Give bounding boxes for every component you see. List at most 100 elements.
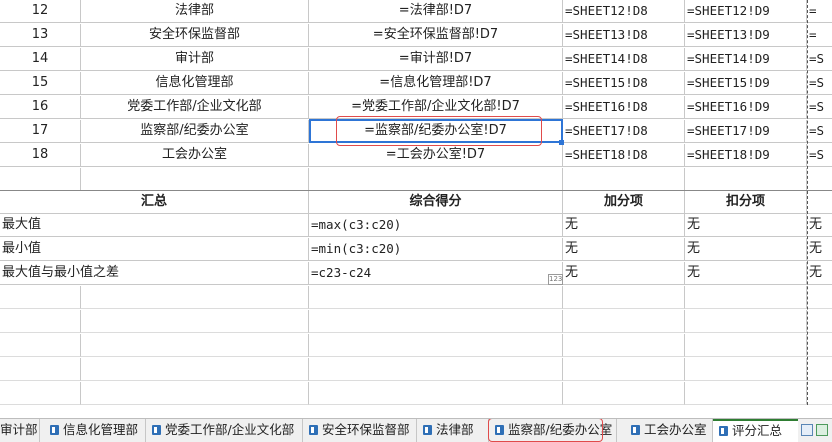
empty-cell[interactable] (563, 334, 685, 357)
cell-formula[interactable]: =审计部!D7 (309, 48, 563, 71)
summary-f[interactable]: 无 (807, 214, 832, 237)
empty-cell[interactable] (807, 334, 832, 357)
cell-index[interactable]: 16 (0, 96, 81, 119)
summary-formula[interactable]: =min(c3:c20) (309, 238, 563, 261)
summary-minus[interactable]: 无 (685, 262, 807, 285)
cell-index[interactable]: 17 (0, 120, 81, 143)
empty-cell[interactable] (81, 310, 309, 333)
cell-f[interactable]: =S (807, 48, 832, 71)
cell-dept[interactable]: 法律部 (81, 0, 309, 23)
cell-d[interactable]: =SHEET12!D8 (563, 0, 685, 23)
empty-cell[interactable] (81, 286, 309, 309)
summary-label[interactable]: 最大值 (0, 214, 309, 237)
cell-d[interactable]: =SHEET16!D8 (563, 96, 685, 119)
tab-安全环保监督部[interactable]: 安全环保监督部 (303, 419, 417, 442)
add-sheet-icon[interactable] (801, 424, 813, 436)
empty-cell[interactable] (309, 286, 563, 309)
cell-d[interactable]: =SHEET15!D8 (563, 72, 685, 95)
empty-cell[interactable] (563, 382, 685, 405)
cell-dept[interactable]: 党委工作部/企业文化部 (81, 96, 309, 119)
cell-e[interactable]: =SHEET16!D9 (685, 96, 807, 119)
empty-cell[interactable] (807, 310, 832, 333)
cell-dept[interactable]: 工会办公室 (81, 144, 309, 167)
summary-header-label[interactable]: 汇总 (0, 191, 309, 214)
cell-d[interactable]: =SHEET13!D8 (563, 24, 685, 47)
summary-header-minus[interactable]: 扣分项 (685, 191, 807, 214)
cell-formula[interactable]: =安全环保监督部!D7 (309, 24, 563, 47)
cell-formula[interactable]: =法律部!D7 (309, 0, 563, 23)
sheet-menu-icon[interactable] (816, 424, 828, 436)
empty-cell[interactable] (685, 382, 807, 405)
empty-cell[interactable] (807, 286, 832, 309)
empty-cell[interactable] (0, 310, 81, 333)
cell-index[interactable]: 18 (0, 144, 81, 167)
cell-d[interactable]: =SHEET14!D8 (563, 48, 685, 71)
empty-cell[interactable] (81, 358, 309, 381)
cell-e[interactable]: =SHEET12!D9 (685, 0, 807, 23)
cell-index[interactable]: 12 (0, 0, 81, 23)
empty-cell[interactable] (309, 334, 563, 357)
cell-formula[interactable]: =信息化管理部!D7 (309, 72, 563, 95)
empty-cell[interactable] (309, 358, 563, 381)
cell-dept[interactable]: 审计部 (81, 48, 309, 71)
empty-cell[interactable] (309, 310, 563, 333)
empty-cell[interactable] (685, 310, 807, 333)
empty-cell[interactable] (81, 382, 309, 405)
summary-minus[interactable]: 无 (685, 238, 807, 261)
summary-plus[interactable]: 无 (563, 238, 685, 261)
empty-cell[interactable] (563, 358, 685, 381)
summary-formula[interactable]: =c23-c24 (309, 262, 563, 285)
paste-options-tag[interactable]: 123 (548, 274, 563, 285)
tab-工会办公室[interactable]: 工会办公室 (625, 419, 713, 442)
empty-cell[interactable] (563, 310, 685, 333)
empty-cell[interactable] (685, 358, 807, 381)
tab-评分汇总[interactable]: 评分汇总 (713, 419, 799, 442)
empty-cell[interactable] (0, 334, 81, 357)
cell-dept[interactable]: 安全环保监督部 (81, 24, 309, 47)
cell-e[interactable]: =SHEET13!D9 (685, 24, 807, 47)
empty-cell[interactable] (81, 334, 309, 357)
empty-cell[interactable] (685, 286, 807, 309)
cell-d[interactable]: =SHEET17!D8 (563, 120, 685, 143)
summary-label[interactable]: 最大值与最小值之差 (0, 262, 309, 285)
tab-党委工作部[interactable]: 党委工作部/企业文化部 (146, 419, 303, 442)
cell-index[interactable]: 15 (0, 72, 81, 95)
cell-f[interactable]: = (807, 0, 832, 23)
summary-plus[interactable]: 无 (563, 262, 685, 285)
summary-f[interactable]: 无 (807, 262, 832, 285)
tab-法律部[interactable]: 法律部 (417, 419, 489, 442)
spreadsheet-grid[interactable]: 12 法律部 =法律部!D7 =SHEET12!D8 =SHEET12!D9 =… (0, 0, 832, 418)
cell-f[interactable]: =S (807, 72, 832, 95)
tab-信息化管理部[interactable]: 信息化管理部 (44, 419, 146, 442)
cell-e[interactable]: =SHEET17!D9 (685, 120, 807, 143)
fill-handle[interactable] (559, 140, 564, 145)
empty-cell[interactable] (807, 168, 832, 191)
empty-cell[interactable] (309, 168, 563, 191)
cell-f[interactable]: =S (807, 96, 832, 119)
cell-e[interactable]: =SHEET14!D9 (685, 48, 807, 71)
tab-审计部[interactable]: 审计部 (0, 419, 40, 442)
empty-cell[interactable] (807, 382, 832, 405)
cell-e[interactable]: =SHEET15!D9 (685, 72, 807, 95)
empty-cell[interactable] (563, 168, 685, 191)
empty-cell[interactable] (0, 382, 81, 405)
cell-dept[interactable]: 监察部/纪委办公室 (81, 120, 309, 143)
cell-dept[interactable]: 信息化管理部 (81, 72, 309, 95)
empty-cell[interactable] (309, 382, 563, 405)
empty-cell[interactable] (685, 168, 807, 191)
summary-label[interactable]: 最小值 (0, 238, 309, 261)
cell-index[interactable]: 14 (0, 48, 81, 71)
empty-cell[interactable] (807, 358, 832, 381)
summary-header-score[interactable]: 综合得分 (309, 191, 563, 214)
empty-cell[interactable] (807, 191, 832, 214)
empty-cell[interactable] (685, 334, 807, 357)
cell-formula[interactable]: =工会办公室!D7 (309, 144, 563, 167)
cell-f[interactable]: = (807, 24, 832, 47)
summary-header-plus[interactable]: 加分项 (563, 191, 685, 214)
cell-e[interactable]: =SHEET18!D9 (685, 144, 807, 167)
cell-f[interactable]: =S (807, 120, 832, 143)
empty-cell[interactable] (81, 168, 309, 191)
empty-cell[interactable] (0, 168, 81, 191)
summary-f[interactable]: 无 (807, 238, 832, 261)
cell-index[interactable]: 13 (0, 24, 81, 47)
